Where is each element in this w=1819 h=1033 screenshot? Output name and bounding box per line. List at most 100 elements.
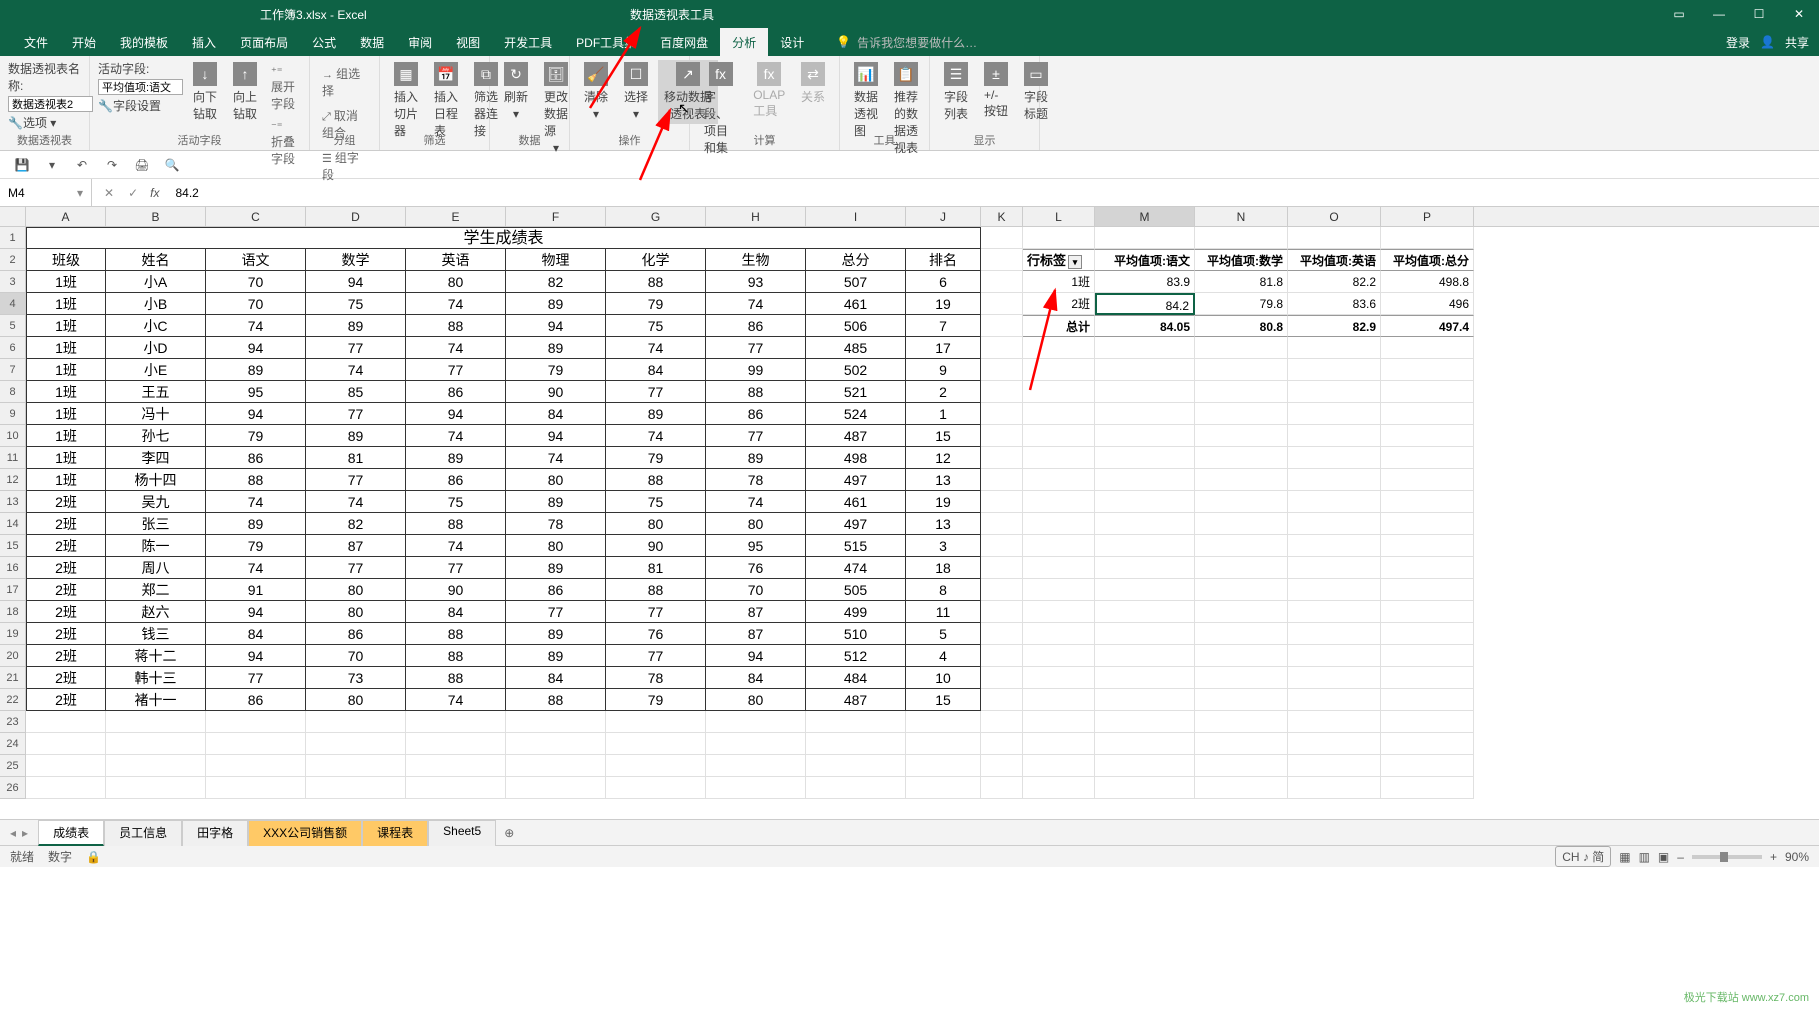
- cell[interactable]: 小D: [106, 337, 206, 359]
- cell[interactable]: 17: [906, 337, 981, 359]
- cell[interactable]: 88: [606, 271, 706, 293]
- cell[interactable]: 89: [606, 403, 706, 425]
- cell[interactable]: [1195, 623, 1288, 645]
- cell[interactable]: 平均值项:语文: [1095, 249, 1195, 271]
- menu-view[interactable]: 视图: [444, 28, 492, 56]
- cell[interactable]: 507: [806, 271, 906, 293]
- cell[interactable]: 郑二: [106, 579, 206, 601]
- cell[interactable]: [1023, 359, 1095, 381]
- cell[interactable]: [981, 513, 1023, 535]
- cell[interactable]: 5: [906, 623, 981, 645]
- cell[interactable]: 461: [806, 293, 906, 315]
- cell[interactable]: 1班: [26, 469, 106, 491]
- cell[interactable]: [1195, 513, 1288, 535]
- cell[interactable]: 15: [906, 425, 981, 447]
- cell[interactable]: [1023, 227, 1095, 249]
- cell[interactable]: [1023, 469, 1095, 491]
- select-all-triangle[interactable]: [0, 207, 26, 226]
- row-header[interactable]: 4: [0, 293, 26, 315]
- cell[interactable]: [906, 711, 981, 733]
- cell[interactable]: 19: [906, 293, 981, 315]
- cell[interactable]: [1095, 733, 1195, 755]
- cell[interactable]: 19: [906, 491, 981, 513]
- row-header[interactable]: 5: [0, 315, 26, 337]
- cell[interactable]: [206, 733, 306, 755]
- row-header[interactable]: 1: [0, 227, 26, 249]
- cell[interactable]: 74: [206, 557, 306, 579]
- cell[interactable]: [1195, 667, 1288, 689]
- cell[interactable]: 1班: [26, 403, 106, 425]
- cell[interactable]: 74: [606, 337, 706, 359]
- cell[interactable]: [981, 777, 1023, 799]
- login-link[interactable]: 登录: [1726, 34, 1750, 51]
- column-header[interactable]: F: [506, 207, 606, 226]
- cell[interactable]: 小B: [106, 293, 206, 315]
- cell[interactable]: [1381, 755, 1474, 777]
- cell[interactable]: 70: [206, 271, 306, 293]
- cell[interactable]: [1095, 557, 1195, 579]
- cell[interactable]: [1288, 579, 1381, 601]
- cell[interactable]: 总分: [806, 249, 906, 271]
- cell[interactable]: 89: [506, 623, 606, 645]
- cell[interactable]: [981, 667, 1023, 689]
- minimize-icon[interactable]: —: [1699, 0, 1739, 28]
- cell[interactable]: [1095, 447, 1195, 469]
- cell[interactable]: [1095, 535, 1195, 557]
- cell[interactable]: [1095, 667, 1195, 689]
- cell[interactable]: [706, 711, 806, 733]
- cell[interactable]: 94: [206, 645, 306, 667]
- cell[interactable]: [606, 711, 706, 733]
- cell[interactable]: 物理: [506, 249, 606, 271]
- cell[interactable]: [981, 645, 1023, 667]
- menu-baidu[interactable]: 百度网盘: [648, 28, 720, 56]
- pivot-name-input[interactable]: [8, 96, 93, 112]
- sheet-tab[interactable]: 员工信息: [104, 820, 182, 846]
- cell[interactable]: 75: [406, 491, 506, 513]
- cell[interactable]: [1023, 447, 1095, 469]
- cell[interactable]: 80: [706, 513, 806, 535]
- cell[interactable]: [26, 733, 106, 755]
- cell[interactable]: 77: [406, 359, 506, 381]
- cell[interactable]: 79: [606, 293, 706, 315]
- cell[interactable]: 2班: [26, 535, 106, 557]
- cell[interactable]: 1班: [26, 315, 106, 337]
- cell[interactable]: [606, 777, 706, 799]
- cell[interactable]: 1班: [26, 359, 106, 381]
- cell[interactable]: 512: [806, 645, 906, 667]
- olap-button[interactable]: fxOLAP 工具: [747, 60, 791, 121]
- cell[interactable]: [1381, 601, 1474, 623]
- cell[interactable]: 94: [206, 601, 306, 623]
- cell[interactable]: [1381, 777, 1474, 799]
- share-link[interactable]: 共享: [1785, 34, 1809, 51]
- cell[interactable]: 487: [806, 689, 906, 711]
- cell[interactable]: 77: [706, 425, 806, 447]
- cell[interactable]: [1023, 711, 1095, 733]
- cell[interactable]: [1095, 425, 1195, 447]
- cell[interactable]: 冯十: [106, 403, 206, 425]
- cell[interactable]: [1095, 513, 1195, 535]
- cell[interactable]: 小A: [106, 271, 206, 293]
- cell[interactable]: [706, 777, 806, 799]
- expand-field-button[interactable]: ⁺⁼ 展开字段: [267, 64, 301, 113]
- sheet-tab[interactable]: XXX公司销售额: [248, 820, 362, 846]
- cell[interactable]: 86: [206, 689, 306, 711]
- row-header[interactable]: 11: [0, 447, 26, 469]
- cell[interactable]: [1381, 667, 1474, 689]
- cell[interactable]: [1288, 711, 1381, 733]
- cell[interactable]: 94: [506, 425, 606, 447]
- cell[interactable]: [1095, 645, 1195, 667]
- cell[interactable]: 78: [606, 667, 706, 689]
- cell[interactable]: 79.8: [1195, 293, 1288, 315]
- cell[interactable]: 87: [706, 623, 806, 645]
- cell[interactable]: 79: [206, 425, 306, 447]
- cell[interactable]: 487: [806, 425, 906, 447]
- add-sheet-button[interactable]: ⊕: [496, 826, 522, 840]
- column-header[interactable]: E: [406, 207, 506, 226]
- cell[interactable]: 74: [706, 491, 806, 513]
- zoom-out-icon[interactable]: –: [1677, 850, 1684, 864]
- cell[interactable]: [1023, 667, 1095, 689]
- cell[interactable]: 74: [406, 293, 506, 315]
- cell[interactable]: 语文: [206, 249, 306, 271]
- cell[interactable]: 姓名: [106, 249, 206, 271]
- cell[interactable]: 2班: [26, 645, 106, 667]
